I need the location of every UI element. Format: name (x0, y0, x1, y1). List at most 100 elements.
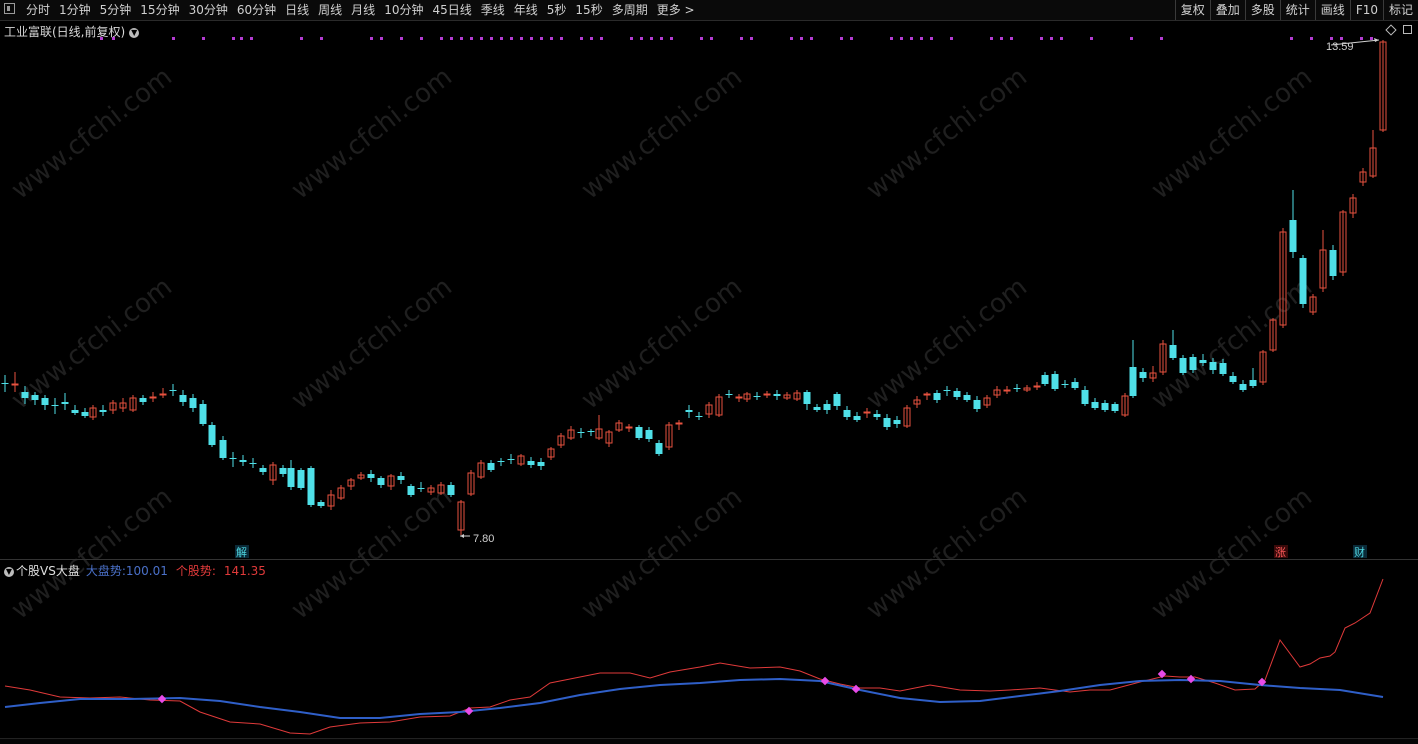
signal-dot (370, 37, 373, 40)
signal-dot (550, 37, 553, 40)
candle-body (279, 468, 287, 474)
candle-body (259, 468, 267, 472)
chevron-down-icon[interactable]: ▼ (4, 566, 14, 577)
chevron-down-icon[interactable]: ▼ (129, 27, 140, 38)
signal-dot (1340, 37, 1343, 40)
signal-dot (640, 37, 643, 40)
watermark: www.cfchi.com (286, 272, 458, 416)
candle-body (41, 398, 49, 405)
signal-dot (490, 37, 493, 40)
pane-divider[interactable] (0, 559, 1418, 560)
candle-body (685, 410, 693, 412)
candle-body (208, 425, 216, 445)
candle-body (953, 391, 961, 397)
signal-dot (202, 37, 205, 40)
diamond-icon[interactable] (1385, 24, 1397, 36)
chart-corner-icons (1385, 24, 1412, 36)
signal-dot (1330, 37, 1333, 40)
candle-body (1129, 367, 1137, 396)
chart-title: 工业富联(日线,前复权) ▼ (4, 23, 140, 40)
candle-body (189, 398, 197, 408)
cross-point (1186, 674, 1196, 684)
candle-body (587, 431, 595, 432)
candle-body (1, 383, 9, 384)
candle-body (883, 418, 891, 427)
market-trend-label: 大盘势: (85, 564, 126, 578)
signal-dot (900, 37, 903, 40)
candle-body (497, 461, 505, 462)
watermark: www.cfchi.com (6, 62, 178, 206)
candle-body (675, 422, 683, 425)
signal-dot (800, 37, 803, 40)
signal-dot (520, 37, 523, 40)
signal-dot (590, 37, 593, 40)
signal-dot (470, 37, 473, 40)
signal-dot (1010, 37, 1013, 40)
unlock-marker-label: 解 (236, 545, 247, 559)
candle-body (863, 411, 871, 414)
market-trend-value: 100.01 (125, 564, 168, 578)
candle-body (833, 394, 841, 406)
stock-name-label: 工业富联(日线,前复权) (4, 25, 126, 39)
signal-dot (850, 37, 853, 40)
watermark: www.cfchi.com (6, 272, 178, 416)
signal-dot (1370, 37, 1373, 40)
signal-dot (250, 37, 253, 40)
candle-body (753, 396, 761, 397)
candle-body (773, 394, 781, 396)
signal-dots (100, 37, 1373, 40)
watermark: www.cfchi.com (576, 482, 748, 626)
candle-body (973, 400, 981, 409)
bottom-strip (0, 738, 1418, 744)
watermark: www.cfchi.com (1146, 272, 1318, 416)
watermark: www.cfchi.com (1146, 62, 1318, 206)
signal-dot (320, 37, 323, 40)
candle-body (645, 430, 653, 439)
candle-body (417, 488, 425, 489)
candle-body (725, 394, 733, 395)
kline-chart[interactable]: www.cfchi.com www.cfchi.com www.cfchi.com w… (0, 0, 1418, 743)
candle-body (179, 395, 187, 402)
candle-body (407, 486, 415, 495)
candle-body (159, 393, 167, 396)
candle-body (307, 468, 315, 505)
signal-dot (580, 37, 583, 40)
signal-dot (950, 37, 953, 40)
candle-body (81, 412, 89, 416)
signal-dot (700, 37, 703, 40)
signal-dot (930, 37, 933, 40)
candle-body (1249, 380, 1257, 386)
signal-dot (500, 37, 503, 40)
candle-body (813, 407, 821, 410)
window-icon[interactable] (1403, 25, 1412, 34)
signal-dot (300, 37, 303, 40)
candle-body (537, 462, 545, 466)
signal-dot (380, 37, 383, 40)
candle-body (249, 463, 257, 464)
candle-body (1101, 403, 1109, 410)
candle-body (1289, 220, 1297, 252)
signal-dot (710, 37, 713, 40)
candle-body (943, 390, 951, 391)
candle-body (625, 426, 633, 429)
watermark: www.cfchi.com (861, 62, 1033, 206)
candle-body (1139, 372, 1147, 378)
signal-dot (1000, 37, 1003, 40)
candle-body (655, 443, 663, 454)
low-price-label: 7.80 (473, 533, 494, 545)
financial-report-marker-label: 财 (1354, 545, 1365, 559)
candle-body (297, 470, 305, 488)
watermark: www.cfchi.com (576, 62, 748, 206)
signal-dot (1050, 37, 1053, 40)
signal-dot (460, 37, 463, 40)
signal-dot (1310, 37, 1313, 40)
signal-dot (810, 37, 813, 40)
limit-up-marker-label: 涨 (1275, 546, 1286, 559)
candle-body (169, 390, 177, 391)
signal-dot (240, 37, 243, 40)
candle-body (199, 404, 207, 424)
candle-body (31, 395, 39, 400)
candle-body (1013, 388, 1021, 389)
signal-dot (910, 37, 913, 40)
signal-dot (400, 37, 403, 40)
